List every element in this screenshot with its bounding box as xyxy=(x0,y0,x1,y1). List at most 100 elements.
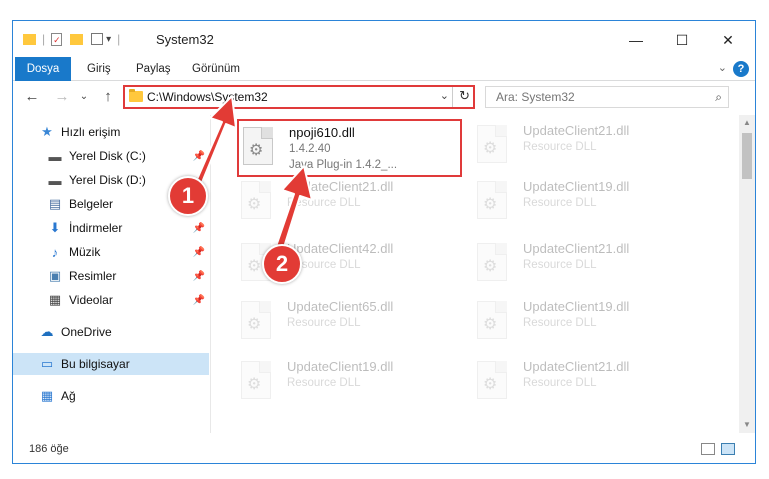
page-fold xyxy=(259,301,271,313)
explorer-window: | ✓ ▾ | System32 — ☐ ✕ Dosya Giriş Payla… xyxy=(12,20,756,464)
help-icon[interactable]: ? xyxy=(733,61,749,77)
download-icon: ⬇ xyxy=(49,220,61,235)
sidebar-item-label: Yerel Disk (D:) xyxy=(69,173,146,187)
page-fold xyxy=(495,181,507,193)
file-description: Resource DLL xyxy=(523,197,597,209)
documents-icon: ▤ xyxy=(48,196,62,211)
pictures-icon: ▣ xyxy=(48,268,62,283)
customize-icon[interactable] xyxy=(91,33,104,45)
up-button[interactable]: ↑ xyxy=(99,88,117,106)
sidebar-item-label: OneDrive xyxy=(61,325,112,339)
qa-dropdown-icon[interactable]: ▾ xyxy=(106,34,111,45)
file-item[interactable]: UpdateClient21.dll Resource DLL xyxy=(473,355,698,413)
tab-share[interactable]: Paylaş xyxy=(136,57,171,81)
sidebar-item[interactable]: ▦ Ağ xyxy=(13,385,209,407)
drive-icon: ▬ xyxy=(48,148,62,164)
sidebar-item[interactable]: ▣ Resimler 📌 xyxy=(13,265,209,287)
ribbon-collapse-icon[interactable]: ⌄ xyxy=(718,61,727,74)
pin-icon[interactable]: 📌 xyxy=(193,223,205,234)
cloud-icon: ☁ xyxy=(40,324,54,339)
address-divider xyxy=(452,87,453,107)
refresh-button[interactable]: ↻ xyxy=(459,88,470,104)
file-description: Resource DLL xyxy=(523,317,597,329)
sidebar-item-label: Ağ xyxy=(61,389,76,403)
sidebar-item[interactable]: ⬇ İndirmeler 📌 xyxy=(13,217,209,239)
quick-access-toolbar: | ✓ ▾ | xyxy=(23,31,120,47)
scroll-down-icon[interactable]: ▼ xyxy=(739,417,755,433)
address-dropdown-icon[interactable]: ⌄ xyxy=(440,89,449,102)
title-bar: | ✓ ▾ | System32 — ☐ ✕ xyxy=(13,21,755,57)
sidebar-item[interactable]: ▦ Videolar 📌 xyxy=(13,289,209,311)
sidebar-item[interactable]: ▭ Bu bilgisayar xyxy=(13,353,209,375)
sidebar-item-label: İndirmeler xyxy=(69,221,123,235)
sidebar-item-label: Resimler xyxy=(69,269,117,283)
sidebar-item-label: Belgeler xyxy=(69,197,114,211)
sidebar-item[interactable]: ♪ Müzik 📌 xyxy=(13,241,209,263)
large-icons-view-icon[interactable] xyxy=(721,443,735,455)
pin-icon[interactable]: 📌 xyxy=(193,271,205,282)
file-version: 1.4.2.40 xyxy=(289,143,331,155)
qa-separator: | xyxy=(42,32,46,46)
ribbon-tabs: Dosya Giriş Paylaş Görünüm ⌄ ? xyxy=(13,57,755,115)
sidebar-item-label: Müzik xyxy=(69,245,101,259)
page-fold xyxy=(495,301,507,313)
navigation-bar: ← → ⌄ ↑ C:\Windows\System32 ⌄ ↻ ⌕ xyxy=(13,81,755,115)
item-count: 186 öğe xyxy=(29,443,69,455)
new-folder-icon[interactable] xyxy=(70,33,84,45)
file-description: Resource DLL xyxy=(523,259,597,271)
file-description: Resource DLL xyxy=(287,317,361,329)
search-icon[interactable]: ⌕ xyxy=(715,90,722,105)
window-title: System32 xyxy=(156,32,214,47)
file-item[interactable]: UpdateClient21.dll Resource DLL xyxy=(473,237,698,295)
sidebar-item-label: Videolar xyxy=(69,293,113,307)
search-box[interactable]: ⌕ xyxy=(485,86,729,108)
file-name: UpdateClient65.dll xyxy=(287,299,394,314)
tab-home[interactable]: Giriş xyxy=(87,57,111,81)
file-name: npoji610.dll xyxy=(289,125,355,140)
computer-icon: ▭ xyxy=(40,356,54,371)
recent-locations-button[interactable]: ⌄ xyxy=(75,88,93,106)
file-name: UpdateClient19.dll xyxy=(287,359,394,374)
music-icon: ♪ xyxy=(51,244,59,260)
file-description: Resource DLL xyxy=(523,141,597,153)
sidebar-item-label: Hızlı erişim xyxy=(61,125,121,139)
tab-view[interactable]: Görünüm xyxy=(192,57,240,81)
file-name: UpdateClient21.dll xyxy=(523,123,630,138)
minimize-button[interactable]: — xyxy=(613,27,659,53)
file-item[interactable]: UpdateClient19.dll Resource DLL xyxy=(237,355,462,413)
file-item[interactable]: UpdateClient19.dll Resource DLL xyxy=(473,295,698,353)
maximize-button[interactable]: ☐ xyxy=(659,27,705,53)
scroll-thumb[interactable] xyxy=(742,133,752,179)
page-fold xyxy=(495,125,507,137)
sidebar-item[interactable]: ☁ OneDrive xyxy=(13,321,209,343)
status-bar: 186 öğe xyxy=(13,433,755,463)
properties-icon[interactable]: ✓ xyxy=(51,32,63,46)
page-fold xyxy=(495,243,507,255)
page-fold xyxy=(259,361,271,373)
file-name: UpdateClient19.dll xyxy=(523,179,630,194)
file-name: UpdateClient21.dll xyxy=(523,241,630,256)
drive-icon: ▬ xyxy=(48,172,62,188)
file-item[interactable]: UpdateClient21.dll Resource DLL xyxy=(473,119,698,177)
videos-icon: ▦ xyxy=(48,292,62,307)
file-description: Resource DLL xyxy=(523,377,597,389)
file-item[interactable]: UpdateClient65.dll Resource DLL xyxy=(237,295,462,353)
details-view-icon[interactable] xyxy=(701,443,715,455)
file-name: UpdateClient21.dll xyxy=(523,359,630,374)
back-button[interactable]: ← xyxy=(23,88,41,106)
qa-separator: | xyxy=(117,32,121,46)
page-fold xyxy=(261,127,273,139)
forward-button[interactable]: → xyxy=(53,88,71,106)
folder-icon xyxy=(23,33,36,45)
file-description: Resource DLL xyxy=(287,377,361,389)
star-icon: ★ xyxy=(41,124,53,139)
file-item[interactable]: UpdateClient19.dll Resource DLL xyxy=(473,175,698,233)
pin-icon[interactable]: 📌 xyxy=(193,247,205,258)
search-input[interactable] xyxy=(486,87,696,107)
scroll-up-icon[interactable]: ▲ xyxy=(739,115,755,131)
step-2-badge: 2 xyxy=(262,244,302,284)
close-button[interactable]: ✕ xyxy=(705,27,751,53)
pin-icon[interactable]: 📌 xyxy=(193,295,205,306)
vertical-scrollbar[interactable]: ▲ ▼ xyxy=(739,115,755,433)
folder-icon xyxy=(129,89,143,102)
